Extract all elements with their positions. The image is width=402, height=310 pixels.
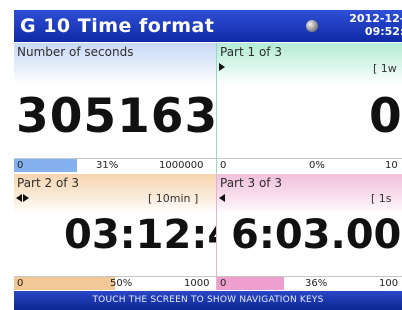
status-orb-icon (306, 20, 318, 32)
progress-bar: 0 50% 1000 (14, 276, 216, 290)
panel-label: Part 3 of 3 (220, 176, 282, 190)
bar-percent: 50% (110, 278, 133, 289)
meter-screen[interactable]: G 10 Time format 2012-12-2 09:52:5 Numbe… (14, 10, 402, 310)
panel-part-3[interactable]: Part 3 of 3 [ 1s 6:03.000 0 36% 100 (216, 173, 402, 290)
progress-fill (217, 277, 284, 290)
bar-min: 0 (220, 160, 227, 171)
bar-max: 1000 (184, 278, 210, 289)
panel-value: 6:03.000 (231, 212, 402, 258)
bar-percent: 31% (96, 160, 119, 171)
panel-label: Number of seconds (17, 45, 134, 59)
progress-fill (14, 277, 115, 290)
page-title: G 10 Time format (20, 15, 215, 37)
bar-percent: 0% (309, 160, 325, 171)
progress-bar: 0 31% 1000000 (14, 158, 216, 172)
panel-value: 03:12:4 (64, 212, 216, 258)
progress-bar: 0 0% 10 (217, 158, 402, 172)
bar-min: 0 (17, 160, 24, 171)
header-date: 2012-12-2 (349, 12, 402, 25)
bar-max: 10 (385, 160, 398, 171)
arrow-left-right-icon (16, 194, 22, 202)
bar-max: 1000000 (159, 160, 204, 171)
panel-label: Part 2 of 3 (17, 176, 79, 190)
panel-label: Part 1 of 3 (220, 45, 282, 59)
touch-hint-bar[interactable]: TOUCH THE SCREEN TO SHOW NAVIGATION KEYS (14, 291, 402, 310)
header-bar: G 10 Time format 2012-12-2 09:52:5 (14, 10, 402, 42)
panel-number-of-seconds[interactable]: Number of seconds 305163 0 31% 1000000 (14, 43, 216, 173)
bar-max: 100 (379, 278, 399, 289)
bar-percent: 36% (305, 278, 328, 289)
progress-fill (14, 159, 77, 172)
panel-unit: [ 1s (371, 192, 392, 205)
header-time: 09:52:5 (364, 25, 402, 38)
bar-min: 0 (220, 278, 227, 289)
panel-value: 305163 (16, 89, 216, 144)
bar-min: 0 (17, 278, 24, 289)
panel-value: 00 (369, 89, 402, 144)
arrow-right-icon (219, 63, 225, 71)
panel-unit: [ 1w (373, 62, 397, 75)
panel-part-2[interactable]: Part 2 of 3 [ 10min ] 03:12:4 0 50% 1000 (14, 173, 216, 290)
arrow-left-icon (219, 194, 225, 202)
panel-part-1[interactable]: Part 1 of 3 [ 1w 00 0 0% 10 (216, 43, 402, 173)
progress-bar: 0 36% 100 (217, 276, 402, 290)
panel-unit: [ 10min ] (148, 192, 199, 205)
arrow-left-right-icon (23, 194, 29, 202)
